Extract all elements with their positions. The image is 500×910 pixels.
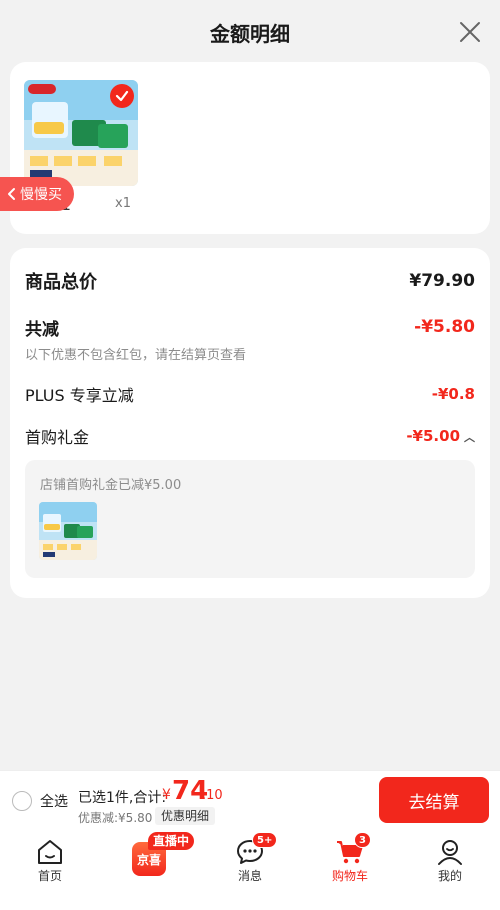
live-badge: 直播中: [148, 832, 195, 850]
gift-detail-text: 店铺首购礼金已减¥5.00: [40, 478, 182, 493]
gift-product-thumbnail[interactable]: [39, 502, 97, 560]
select-all-radio[interactable]: [12, 791, 32, 811]
sheet-header: 金额明细: [0, 0, 500, 64]
discount-amount-text: 优惠减:¥5.80: [78, 811, 153, 825]
cart-badge: 3: [354, 832, 371, 848]
product-quantity: x1: [115, 196, 131, 211]
first-purchase-gift-label: 首购礼金: [25, 428, 90, 447]
tab-jingxi-live[interactable]: 京喜 直播中: [100, 830, 200, 910]
total-reduce-row: 共减 -¥5.80: [25, 314, 475, 340]
selected-count-text: 已选1件,合计:: [78, 790, 167, 806]
plus-discount-value: -¥0.8: [431, 385, 475, 403]
tab-cart[interactable]: 3 购物车: [300, 830, 400, 910]
select-all-label[interactable]: 全选: [40, 791, 68, 811]
home-icon: [38, 840, 62, 864]
total-reduce-value: -¥5.80: [414, 317, 475, 337]
first-purchase-gift-value: -¥5.00 ︿: [406, 427, 475, 445]
tab-profile[interactable]: 我的: [400, 830, 500, 910]
profile-icon: [438, 840, 462, 865]
selected-check-icon[interactable]: [110, 84, 134, 108]
discount-detail-button[interactable]: 优惠明细: [155, 807, 216, 825]
amount-summary-card: 商品总价 ¥79.90 共减 -¥5.80 以下优惠不包含红包，请在结算页查看 …: [10, 248, 490, 598]
tab-cart-label: 购物车: [331, 869, 368, 883]
checkout-bar: 全选 已选1件,合计: ¥ 74 .10 优惠减:¥5.80 优惠明细 去结算: [0, 770, 500, 830]
checkout-button[interactable]: 去结算: [379, 777, 489, 823]
total-reduce-label: 共减: [25, 319, 59, 340]
gift-value-text: -¥5.00: [406, 427, 460, 445]
tab-messages-label: 消息: [237, 869, 262, 883]
tab-profile-label: 我的: [437, 869, 462, 883]
total-amount-decimal: .10: [202, 788, 223, 803]
first-purchase-gift-row[interactable]: 首购礼金 -¥5.00 ︿: [25, 424, 475, 448]
chevron-up-icon[interactable]: ︿: [464, 429, 475, 445]
tab-home-label: 首页: [37, 869, 62, 883]
discount-note: 以下优惠不包含红包，请在结算页查看: [25, 348, 247, 363]
product-card: [10, 62, 490, 234]
close-icon[interactable]: [458, 20, 482, 44]
price-compare-label: 慢慢买: [20, 187, 62, 203]
total-currency: ¥: [162, 787, 171, 803]
bottom-tab-bar: 首页 京喜 直播中 5+ 消息 3 购物车 我的: [0, 830, 500, 910]
total-price-label: 商品总价: [25, 272, 97, 293]
messages-badge: 5+: [252, 832, 278, 848]
amount-detail-sheet: 金额明细 ¥: [0, 0, 500, 770]
plus-discount-label: PLUS 专享立减: [25, 386, 134, 405]
tab-messages[interactable]: 5+ 消息: [200, 830, 300, 910]
plus-discount-row: PLUS 专享立减 -¥0.8: [25, 382, 475, 406]
sheet-title: 金额明细: [210, 21, 290, 46]
price-compare-tag[interactable]: 慢慢买: [0, 177, 74, 211]
total-price-row: 商品总价 ¥79.90: [25, 268, 475, 294]
gift-product-image: [39, 502, 97, 560]
gift-detail-box: 店铺首购礼金已减¥5.00: [25, 460, 475, 578]
total-price-value: ¥79.90: [409, 271, 475, 291]
chevron-left-icon: [8, 188, 15, 200]
tab-home[interactable]: 首页: [0, 830, 100, 910]
product-thumbnail[interactable]: [24, 80, 138, 186]
